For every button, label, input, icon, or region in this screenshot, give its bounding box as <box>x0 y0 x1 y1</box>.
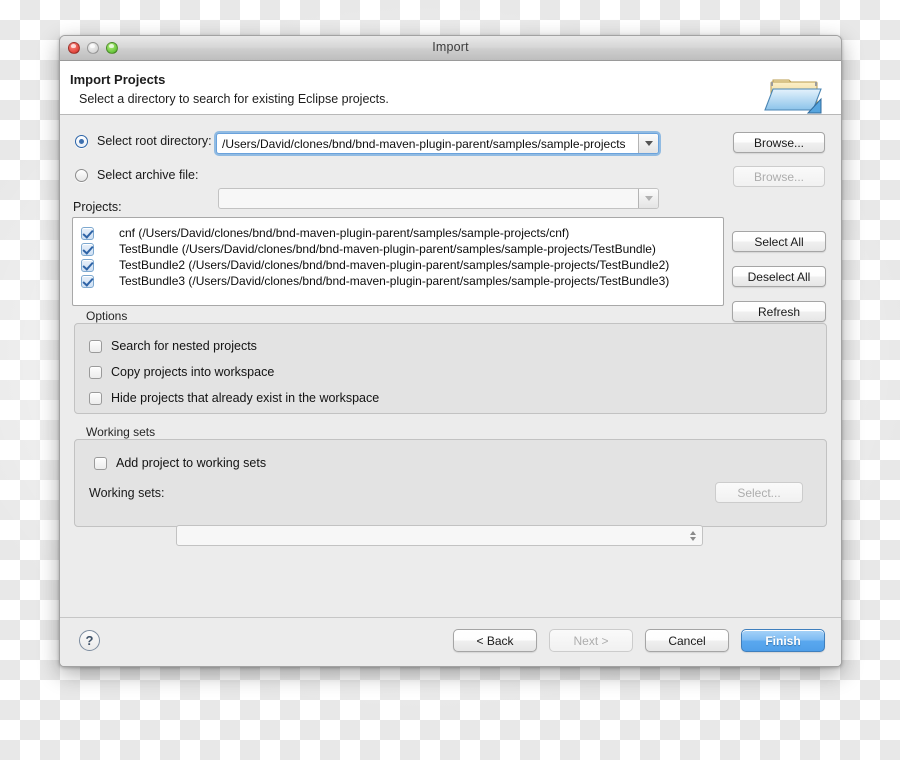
project-checkbox[interactable] <box>81 242 94 256</box>
browse-root-directory-button[interactable]: Browse... <box>733 132 825 153</box>
select-archive-file-radio[interactable] <box>75 168 88 182</box>
window-title: Import <box>432 40 469 54</box>
wizard-buttons: < Back Next > Cancel Finish <box>453 629 825 652</box>
working-sets-combo[interactable] <box>176 525 703 546</box>
copy-projects-label: Copy projects into workspace <box>111 365 275 379</box>
next-button: Next > <box>549 629 633 652</box>
hide-existing-projects-option[interactable]: Hide projects that already exist in the … <box>89 391 379 405</box>
projects-list[interactable]: cnf (/Users/David/clones/bnd/bnd-maven-p… <box>72 217 724 306</box>
chevron-down-icon[interactable] <box>638 134 658 153</box>
working-sets-group-title: Working sets <box>86 425 156 439</box>
project-label: TestBundle (/Users/David/clones/bnd/bnd-… <box>119 242 656 256</box>
page-subtitle: Select a directory to search for existin… <box>79 92 389 106</box>
import-dialog-window: Import Import Projects Select a director… <box>59 35 842 667</box>
working-sets-combo-label: Working sets: <box>89 486 165 500</box>
list-item[interactable]: TestBundle (/Users/David/clones/bnd/bnd-… <box>73 241 723 257</box>
hide-existing-projects-checkbox[interactable] <box>89 391 102 405</box>
finish-button[interactable]: Finish <box>741 629 825 652</box>
project-checkbox[interactable] <box>81 274 94 288</box>
select-root-directory-label: Select root directory: <box>97 134 212 148</box>
select-root-directory-radio[interactable] <box>75 134 88 148</box>
projects-label: Projects: <box>73 200 122 214</box>
project-label: cnf (/Users/David/clones/bnd/bnd-maven-p… <box>119 226 570 240</box>
dialog-footer: ? < Back Next > Cancel Finish <box>60 617 841 666</box>
search-nested-projects-label: Search for nested projects <box>111 339 257 353</box>
root-directory-combo[interactable]: /Users/David/clones/bnd/bnd-maven-plugin… <box>216 133 659 154</box>
select-working-sets-button: Select... <box>715 482 803 503</box>
add-project-to-working-sets-option[interactable]: Add project to working sets <box>94 456 266 470</box>
archive-file-row: Select archive file: <box>75 168 198 182</box>
root-directory-value: /Users/David/clones/bnd/bnd-maven-plugin… <box>222 136 626 151</box>
copy-projects-checkbox[interactable] <box>89 365 102 379</box>
working-sets-group <box>74 439 827 527</box>
stepper-arrows-icon[interactable] <box>685 528 700 543</box>
copy-projects-option[interactable]: Copy projects into workspace <box>89 365 274 379</box>
window-titlebar[interactable]: Import <box>60 36 841 61</box>
import-folder-icon <box>759 67 831 117</box>
search-nested-projects-checkbox[interactable] <box>89 339 102 353</box>
options-group-title: Options <box>86 309 128 323</box>
list-item[interactable]: TestBundle3 (/Users/David/clones/bnd/bnd… <box>73 273 723 289</box>
select-archive-file-label: Select archive file: <box>97 168 199 182</box>
deselect-all-button[interactable]: Deselect All <box>732 266 826 287</box>
search-nested-projects-option[interactable]: Search for nested projects <box>89 339 257 353</box>
wizard-header: Import Projects Select a directory to se… <box>60 61 841 115</box>
back-button[interactable]: < Back <box>453 629 537 652</box>
browse-archive-file-button: Browse... <box>733 166 825 187</box>
root-directory-row: Select root directory: <box>75 134 212 148</box>
cancel-button[interactable]: Cancel <box>645 629 729 652</box>
wizard-body: Select root directory: /Users/David/clon… <box>60 115 841 617</box>
project-label: TestBundle2 (/Users/David/clones/bnd/bnd… <box>119 258 670 272</box>
project-label: TestBundle3 (/Users/David/clones/bnd/bnd… <box>119 274 670 288</box>
hide-existing-projects-label: Hide projects that already exist in the … <box>111 391 380 405</box>
help-icon[interactable]: ? <box>79 630 100 651</box>
archive-file-combo <box>218 188 659 209</box>
list-item[interactable]: cnf (/Users/David/clones/bnd/bnd-maven-p… <box>73 225 723 241</box>
refresh-button[interactable]: Refresh <box>732 301 826 322</box>
add-project-to-working-sets-checkbox[interactable] <box>94 456 107 470</box>
list-item[interactable]: TestBundle2 (/Users/David/clones/bnd/bnd… <box>73 257 723 273</box>
project-checkbox[interactable] <box>81 258 94 272</box>
page-title: Import Projects <box>70 72 166 87</box>
select-all-button[interactable]: Select All <box>732 231 826 252</box>
add-project-to-working-sets-label: Add project to working sets <box>116 456 267 470</box>
project-checkbox[interactable] <box>81 226 94 240</box>
chevron-down-icon <box>638 189 658 208</box>
